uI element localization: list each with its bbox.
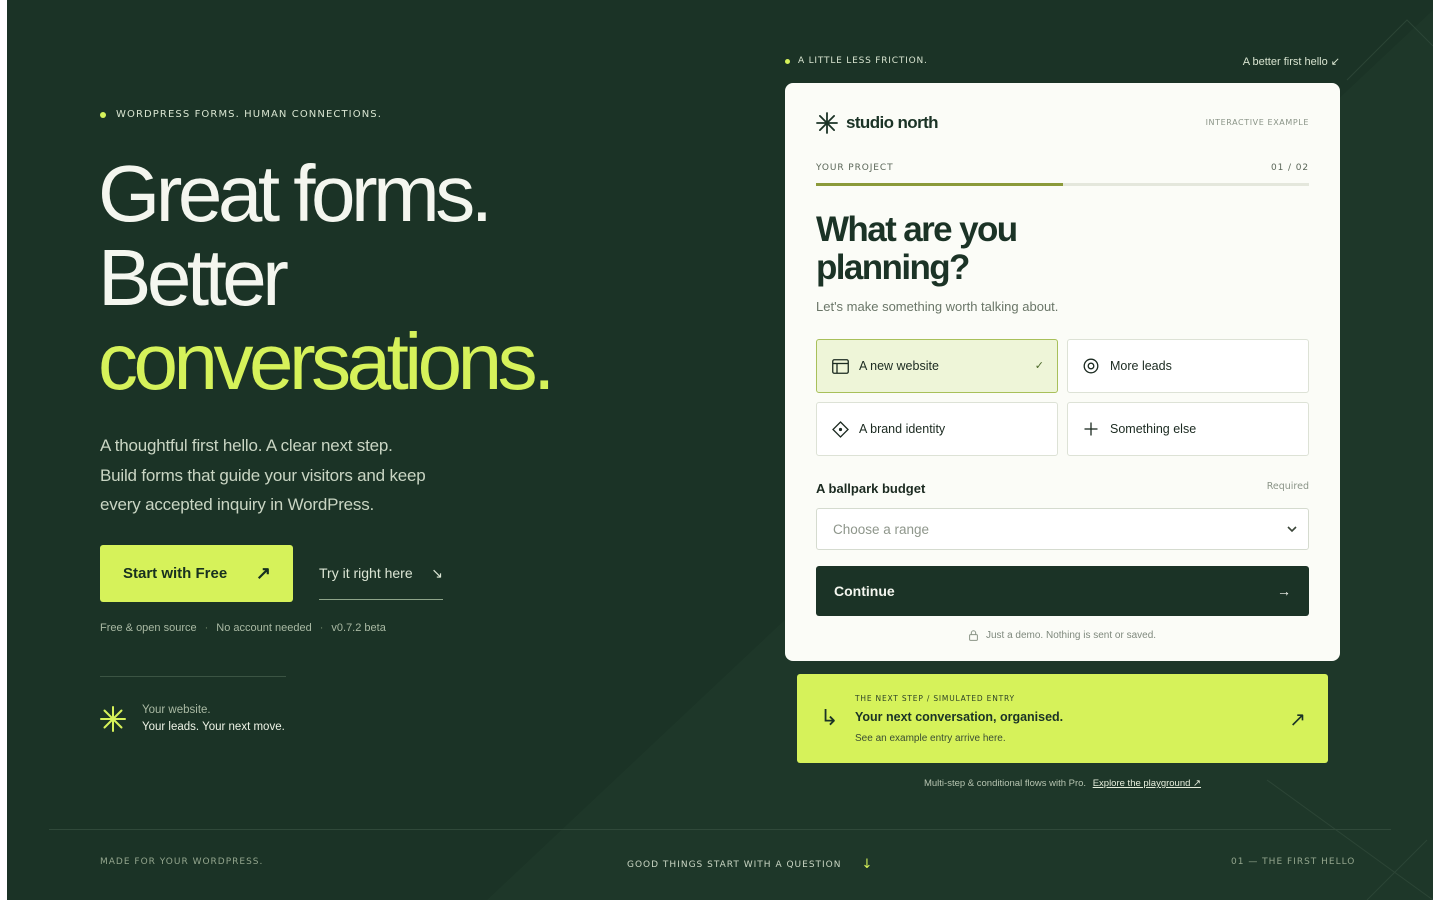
lede-line-1: A thoughtful first hello. A clear next s… (100, 436, 393, 455)
try-it-link[interactable]: Try it right here ↘ (319, 562, 443, 600)
divider (100, 676, 286, 677)
budget-label: A ballpark budget (816, 481, 926, 496)
step-label: YOUR PROJECT (816, 163, 894, 173)
tagline-line-2: Your leads. Your next move. (142, 721, 285, 733)
demo-eyebrow-text: A LITTLE LESS FRICTION. (798, 56, 928, 66)
option-brand-identity[interactable]: A brand identity (816, 402, 1058, 456)
progress-bar (816, 183, 1309, 186)
diamond-icon (831, 420, 849, 438)
meta-item: No account needed (216, 622, 312, 634)
option-more-leads[interactable]: More leads (1067, 339, 1309, 393)
chevron-down-icon (1287, 526, 1297, 533)
explore-playground-link[interactable]: Explore the playground ↗ (1093, 778, 1201, 789)
demo-side-note: A better first hello ↙ (1242, 56, 1340, 68)
scroll-cue-text: GOOD THINGS START WITH A QUESTION (627, 859, 842, 870)
next-step-title: Your next conversation, organised. (855, 710, 1064, 724)
hero-eyebrow-text: WORDPRESS FORMS. HUMAN CONNECTIONS. (116, 109, 382, 120)
pro-note-text: Multi-step & conditional flows with Pro. (923, 778, 1087, 789)
hero-eyebrow: WORDPRESS FORMS. HUMAN CONNECTIONS. (100, 109, 382, 120)
headline-line-1: Great forms. (98, 149, 493, 238)
progress-fill (816, 183, 1063, 186)
continue-label: Continue (834, 583, 895, 599)
next-step-card[interactable]: ↳ THE NEXT STEP / SIMULATED ENTRY Your n… (797, 674, 1328, 763)
headline-line-3: conversations. (98, 317, 555, 406)
continue-button[interactable]: Continue → (816, 566, 1309, 616)
brand: studio north (816, 112, 939, 134)
option-grid: A new website ✓ More leads A brand ident… (816, 339, 1309, 456)
headline-line-2: Better (98, 233, 289, 322)
brand-name: studio north (846, 113, 939, 132)
asterisk-logo-icon (816, 112, 838, 134)
page-frame: WORDPRESS FORMS. HUMAN CONNECTIONS. Grea… (7, 0, 1433, 900)
browser-icon (831, 357, 849, 375)
budget-select[interactable]: Choose a range (816, 508, 1309, 550)
arrow-down-right-icon: ↘ (431, 565, 443, 581)
budget-placeholder: Choose a range (833, 521, 930, 537)
arrow-down-icon: ↓ (861, 857, 874, 872)
demo-disclaimer-text: Just a demo. Nothing is sent or saved. (985, 630, 1157, 641)
try-it-label: Try it right here (319, 565, 413, 581)
question-title: What are you planning? (816, 211, 1116, 287)
hero-tagline: Your website. Your leads. Your next move… (100, 702, 285, 736)
step-count: 01 / 02 (1271, 163, 1309, 173)
arrow-right-icon: → (1277, 583, 1291, 599)
question-subtitle: Let's make something worth talking about… (816, 299, 1059, 314)
arrow-up-right-icon: ↗ (255, 563, 271, 583)
required-label: Required (1266, 481, 1309, 492)
option-new-website[interactable]: A new website ✓ (816, 339, 1058, 393)
meta-item: v0.7.2 beta (331, 622, 386, 634)
footer-divider (49, 829, 1391, 830)
lede-line-3: every accepted inquiry in WordPress. (100, 495, 375, 514)
demo-eyebrow: A LITTLE LESS FRICTION. (785, 56, 928, 66)
lock-icon (969, 630, 978, 641)
option-label: A brand identity (859, 422, 946, 436)
option-label: Something else (1110, 422, 1197, 436)
demo-form-card: studio north INTERACTIVE EXAMPLE YOUR PR… (785, 83, 1340, 661)
start-free-button[interactable]: Start with Free ↗ (100, 545, 293, 602)
meta-separator: · (319, 622, 324, 634)
interactive-example-tag: INTERACTIVE EXAMPLE (1205, 118, 1309, 127)
meta-separator: · (204, 622, 209, 634)
sparkle-icon (100, 706, 126, 732)
return-arrow-icon: ↳ (820, 706, 839, 731)
question-line-1: What are you (816, 210, 1018, 249)
tagline-line-1: Your website. (142, 704, 211, 716)
scroll-cue[interactable]: GOOD THINGS START WITH A QUESTION ↓ (627, 857, 873, 872)
target-icon (1082, 357, 1100, 375)
meta-item: Free & open source (100, 622, 197, 634)
option-label: A new website (859, 359, 939, 373)
next-step-subtitle: See an example entry arrive here. (855, 733, 1006, 744)
pro-note: Multi-step & conditional flows with Pro.… (797, 778, 1328, 789)
step-header: YOUR PROJECT 01 / 02 (816, 163, 1309, 173)
lede-line-2: Build forms that guide your visitors and… (100, 465, 426, 485)
next-step-eyebrow: THE NEXT STEP / SIMULATED ENTRY (855, 694, 1015, 703)
option-label: More leads (1110, 359, 1172, 373)
hero-meta: Free & open source · No account needed ·… (100, 622, 386, 634)
question-line-2: planning? (816, 248, 970, 287)
hero-headline: Great forms. Better conversations. (98, 152, 718, 404)
start-free-label: Start with Free (123, 565, 228, 582)
demo-disclaimer: Just a demo. Nothing is sent or saved. (785, 630, 1340, 641)
option-something-else[interactable]: Something else (1067, 402, 1309, 456)
arrow-up-right-icon: ↗ (1289, 707, 1306, 731)
footer-left: MADE FOR YOUR WORDPRESS. (100, 857, 264, 867)
check-icon: ✓ (1034, 360, 1044, 372)
eyebrow-dot (100, 111, 106, 118)
plus-icon (1082, 420, 1100, 438)
footer-right: 01 — THE FIRST HELLO (1231, 857, 1356, 867)
hero-lede: A thoughtful first hello. A clear next s… (100, 431, 460, 520)
eyebrow-dot (785, 58, 790, 64)
